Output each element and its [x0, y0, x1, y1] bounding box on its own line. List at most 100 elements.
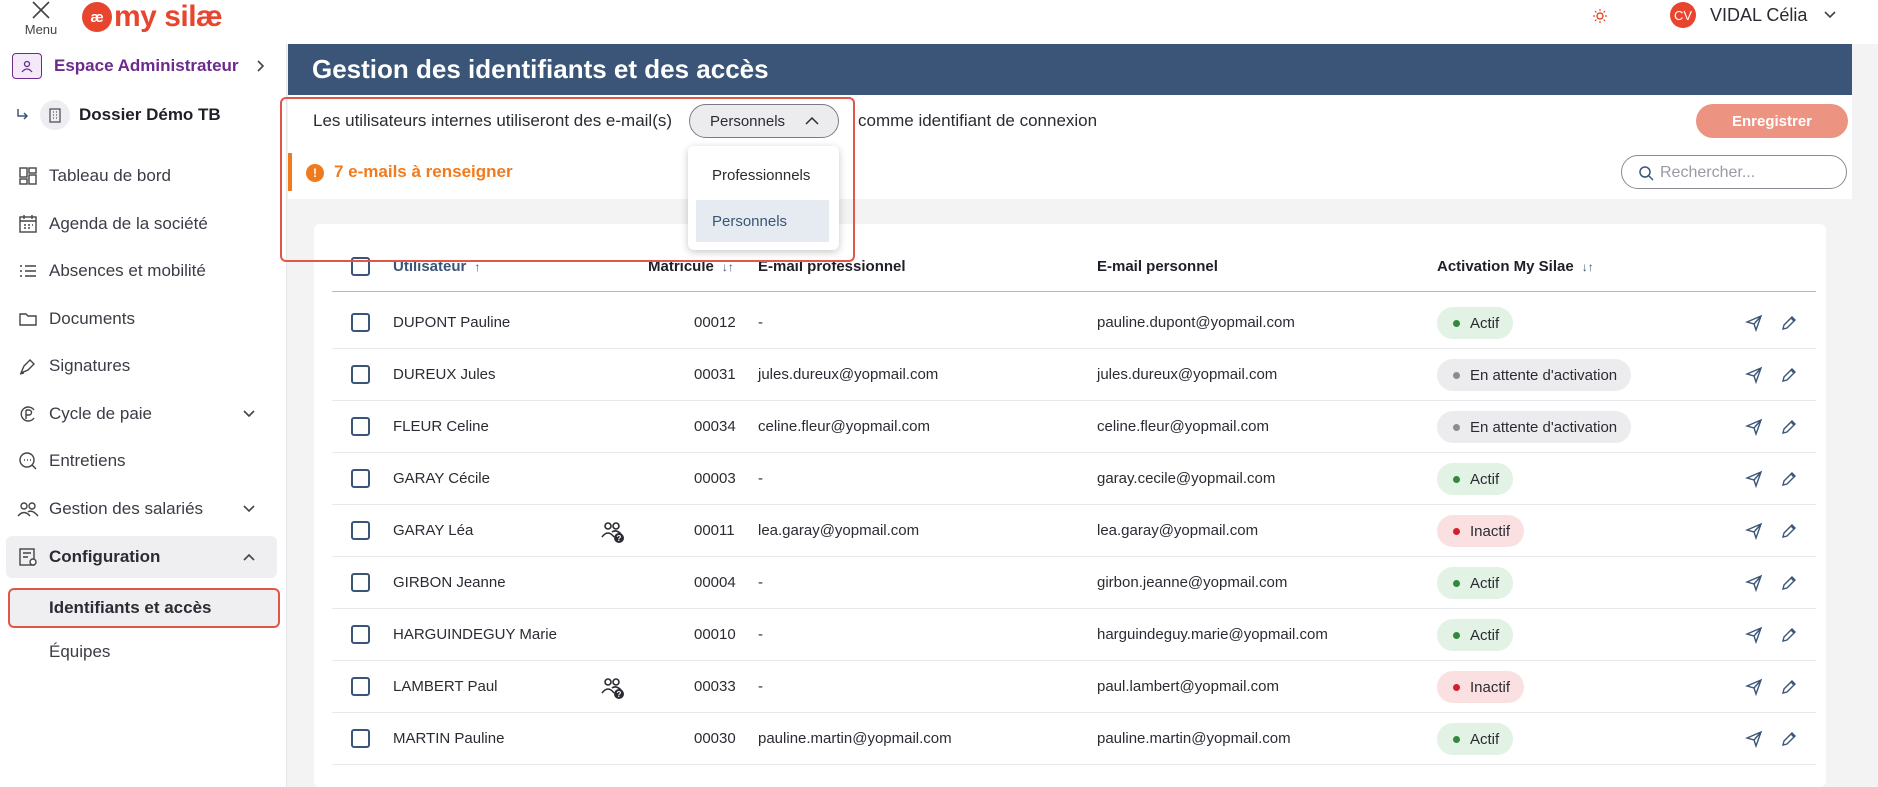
alert-text: 7 e-mails à renseigner	[334, 162, 513, 181]
column-header-activation[interactable]: Activation My Silae ↓↑	[1437, 258, 1594, 275]
folder-icon	[16, 307, 40, 331]
calendar-icon	[16, 212, 40, 236]
sidebar-subitem-equipes[interactable]: Équipes	[49, 642, 110, 662]
send-invite-icon[interactable]	[1744, 626, 1763, 649]
sidebar-item-label: Entretiens	[49, 451, 126, 470]
send-invite-icon[interactable]	[1744, 366, 1763, 389]
edit-pencil-icon[interactable]	[1780, 314, 1798, 337]
status-badge: En attente d'activation	[1437, 411, 1632, 443]
page-title: Gestion des identifiants et des accès	[312, 54, 769, 84]
sort-icon: ↓↑	[1581, 260, 1594, 274]
return-arrow-icon	[17, 109, 29, 120]
status-badge: En attente d'activation	[1437, 359, 1632, 391]
sidebar-item-documents[interactable]: Documents	[0, 299, 287, 339]
status-badge: Inactif	[1437, 671, 1525, 703]
row-checkbox[interactable]	[351, 625, 370, 644]
sidebar-item-label: Configuration	[49, 547, 161, 566]
sort-up-icon: ↑	[474, 260, 481, 274]
cell-matricule: 00033	[694, 678, 736, 695]
status-label: En attente d'activation	[1470, 366, 1618, 384]
send-invite-icon[interactable]	[1744, 522, 1763, 545]
dropdown-value: Personnels	[710, 112, 786, 130]
table-row: MARTIN Pauline 00030 pauline.martin@yopmai…	[332, 713, 1816, 765]
cell-user-name: DUPONT Pauline	[393, 314, 511, 331]
sidebar-item-signatures[interactable]: Signatures	[0, 346, 287, 386]
sidebar-dossier[interactable]: Dossier Démo TB	[0, 95, 287, 135]
row-checkbox[interactable]	[351, 417, 370, 436]
cell-perso-email: garay.cecile@yopmail.com	[1097, 470, 1276, 487]
send-invite-icon[interactable]	[1744, 730, 1763, 753]
select-all-checkbox[interactable]	[351, 257, 370, 276]
row-checkbox[interactable]	[351, 729, 370, 748]
column-header-matricule[interactable]: Matricule ↓↑	[648, 258, 734, 275]
row-checkbox[interactable]	[351, 677, 370, 696]
logo[interactable]: æ my silæ	[82, 0, 223, 34]
edit-pencil-icon[interactable]	[1780, 366, 1798, 389]
edit-pencil-icon[interactable]	[1780, 470, 1798, 493]
table-row: DUPONT Pauline 00012 - pauline.dupont@yopma…	[332, 297, 1816, 349]
column-header-user[interactable]: Utilisateur ↑	[393, 258, 480, 275]
cell-pro-email: -	[758, 574, 763, 591]
people-icon	[16, 497, 40, 521]
status-dot	[1453, 475, 1460, 483]
row-checkbox[interactable]	[351, 521, 370, 540]
sidebar-item-absences[interactable]: Absences et mobilité	[0, 251, 287, 291]
user-menu[interactable]: CV VIDAL Célia	[1670, 0, 1837, 30]
sidebar-item-gestion-salaries[interactable]: Gestion des salariés	[0, 489, 287, 529]
status-badge: Actif	[1437, 307, 1514, 339]
sidebar-item-cycle-paie[interactable]: Cycle de paie	[0, 394, 287, 434]
cell-matricule: 00030	[694, 730, 736, 747]
edit-pencil-icon[interactable]	[1780, 730, 1798, 753]
edit-pencil-icon[interactable]	[1780, 522, 1798, 545]
cell-matricule: 00004	[694, 574, 736, 591]
theme-toggle-button[interactable]	[1590, 4, 1610, 28]
settings-text-before: Les utilisateurs internes utiliseront de…	[313, 111, 673, 130]
menu-option-professionnels[interactable]: Professionnels	[696, 154, 829, 196]
sidebar-item-label: Absences et mobilité	[49, 261, 206, 280]
save-button[interactable]: Enregistrer	[1696, 104, 1848, 138]
row-checkbox[interactable]	[351, 313, 370, 332]
edit-pencil-icon[interactable]	[1780, 418, 1798, 441]
table-row: GARAY Cécile 00003 - garay.cecile@yopmail.c…	[332, 453, 1816, 505]
send-invite-icon[interactable]	[1744, 314, 1763, 337]
send-invite-icon[interactable]	[1744, 678, 1763, 701]
cell-perso-email: pauline.dupont@yopmail.com	[1097, 314, 1295, 331]
chat-icon	[16, 449, 40, 473]
alert-accent	[288, 153, 292, 191]
row-checkbox[interactable]	[351, 469, 370, 488]
send-invite-icon[interactable]	[1744, 470, 1763, 493]
cell-matricule: 00003	[694, 470, 736, 487]
sidebar-admin-space[interactable]: Espace Administrateur	[0, 46, 287, 86]
row-checkbox[interactable]	[351, 365, 370, 384]
edit-pencil-icon[interactable]	[1780, 626, 1798, 649]
chevron-down-icon	[243, 505, 255, 513]
search-box[interactable]	[1621, 155, 1847, 189]
edit-pencil-icon[interactable]	[1780, 574, 1798, 597]
send-invite-icon[interactable]	[1744, 418, 1763, 441]
sidebar-item-dashboard[interactable]: Tableau de bord	[0, 156, 287, 196]
edit-pencil-icon[interactable]	[1780, 678, 1798, 701]
send-invite-icon[interactable]	[1744, 574, 1763, 597]
menu-button[interactable]: Menu	[20, 0, 62, 40]
sidebar-item-entretiens[interactable]: Entretiens	[0, 441, 287, 481]
table-row: LAMBERT Paul? 00033 - paul.lambert@yopmail.…	[332, 661, 1816, 713]
status-badge: Actif	[1437, 619, 1514, 651]
status-dot	[1453, 735, 1460, 743]
sidebar-item-agenda[interactable]: Agenda de la société	[0, 204, 287, 244]
status-badge: Actif	[1437, 463, 1514, 495]
group-question-icon[interactable]: ?	[599, 518, 625, 549]
menu-option-personnels[interactable]: Personnels	[696, 200, 829, 242]
sidebar-subitem-identifiants[interactable]: Identifiants et accès	[8, 588, 280, 628]
svg-text:?: ?	[617, 534, 622, 543]
cell-user-name: HARGUINDEGUY Marie	[393, 626, 557, 643]
search-input[interactable]	[1660, 162, 1830, 184]
cell-user-name: GIRBON Jeanne	[393, 574, 506, 591]
sidebar-item-configuration[interactable]: Configuration	[0, 537, 287, 577]
row-checkbox[interactable]	[351, 573, 370, 592]
table-row: GIRBON Jeanne 00004 - girbon.jeanne@yopmail…	[332, 557, 1816, 609]
cell-pro-email: -	[758, 626, 763, 643]
table-header-divider	[332, 291, 1816, 292]
status-dot	[1453, 319, 1460, 327]
group-question-icon[interactable]: ?	[599, 674, 625, 705]
email-type-dropdown[interactable]: Personnels	[689, 104, 839, 138]
